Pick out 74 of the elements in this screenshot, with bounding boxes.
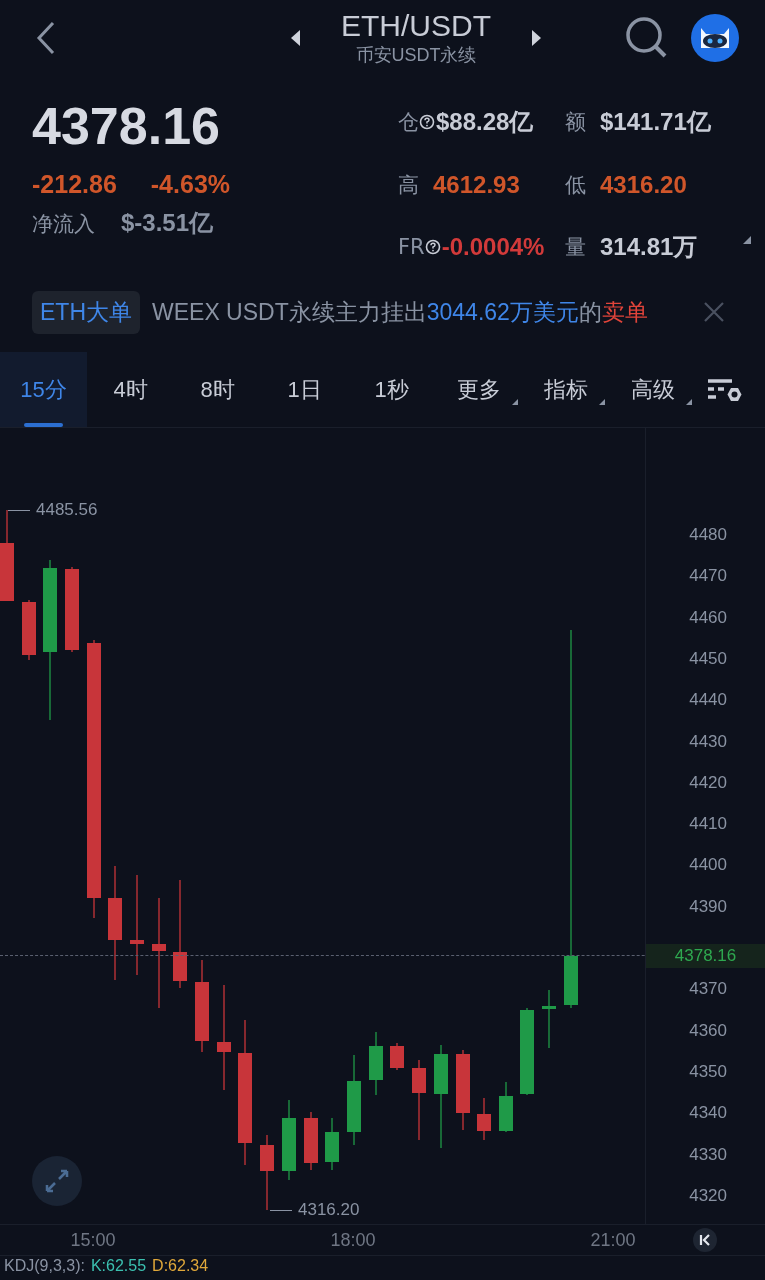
y-axis-label: 4470 [689, 566, 727, 587]
high-price-label: 4485.56 [36, 500, 98, 520]
scroll-to-latest-icon[interactable] [693, 1228, 717, 1252]
robot-avatar-icon[interactable] [691, 14, 739, 62]
last-price: 4378.16 [32, 96, 221, 157]
stat-value: 4316.20 [600, 170, 687, 199]
candlestick [369, 1031, 383, 1096]
help-icon[interactable] [424, 239, 441, 256]
interval-tab[interactable]: 指标 [522, 352, 609, 427]
interval-tab[interactable]: 高级 [609, 352, 696, 427]
time-axis-label: 18:00 [330, 1230, 376, 1251]
interval-tab[interactable]: 4时 [87, 352, 174, 427]
stat-value: 4612.93 [433, 170, 520, 199]
stat-label: 低 [565, 171, 586, 199]
net-inflow-label: 净流入 [32, 211, 95, 238]
y-axis-label: 4440 [689, 690, 727, 711]
y-axis-label: 4360 [689, 1020, 727, 1041]
stat-label: 额 [565, 109, 586, 136]
leader-line [270, 1209, 292, 1211]
interval-tab[interactable]: 8时 [174, 352, 261, 427]
indicator-name: KDJ(9,3,3): [4, 1257, 85, 1275]
stat-value: 314.81万 [600, 232, 698, 263]
y-axis-label: 4340 [689, 1103, 727, 1124]
y-axis-label: 4480 [689, 525, 727, 545]
change-percent: -4.63% [150, 170, 230, 199]
time-axis-label: 21:00 [590, 1230, 636, 1251]
y-axis-label: 4400 [689, 855, 727, 876]
interval-tab[interactable]: 1日 [261, 352, 348, 427]
stat-value: -0.0004% [441, 233, 545, 262]
y-axis-label: 4420 [689, 772, 727, 793]
expand-icon[interactable] [32, 1156, 82, 1206]
candlestick [22, 599, 36, 661]
low-price-label: 4316.20 [298, 1200, 360, 1220]
stat-value: $141.71亿 [600, 107, 711, 137]
candlestick [477, 1097, 491, 1141]
stat-label: FR [398, 235, 425, 260]
y-axis-label: 4410 [689, 814, 727, 835]
y-axis-label: 4430 [689, 731, 727, 752]
candlestick [390, 1042, 404, 1071]
interval-tab[interactable]: 15分 [0, 352, 87, 427]
k-value: K:62.55 [90, 1257, 147, 1275]
last-price-tag: 4378.16 [646, 944, 765, 968]
net-inflow-value: $-3.51亿 [121, 208, 214, 238]
previous-icon[interactable] [291, 30, 301, 46]
y-axis-label: 4350 [689, 1061, 727, 1082]
time-axis-label: 15:00 [70, 1230, 116, 1251]
alert-tag: ETH大单 [32, 290, 140, 334]
interval-tab[interactable]: 1秒 [348, 352, 435, 427]
y-axis-label: 4390 [689, 896, 727, 917]
next-icon[interactable] [531, 30, 541, 46]
search-icon[interactable] [625, 16, 667, 60]
stat-label: 量 [565, 234, 586, 262]
y-axis-label: 4320 [689, 1185, 727, 1206]
y-axis-label: 4450 [689, 648, 727, 669]
d-value: D:62.34 [152, 1257, 209, 1275]
price-change: -212.86 [32, 170, 117, 199]
stat-label: 高 [398, 171, 419, 199]
stat-value: $88.28亿 [436, 107, 534, 137]
interval-tab[interactable]: 更多 [435, 352, 522, 427]
leader-line [8, 509, 30, 511]
candlestick [325, 1117, 339, 1171]
help-icon[interactable] [419, 114, 435, 130]
candlestick [499, 1081, 513, 1133]
corner-triangle-icon [743, 236, 751, 244]
candlestick [542, 989, 556, 1049]
y-axis-label: 4460 [689, 607, 727, 628]
back-icon[interactable] [36, 21, 56, 55]
y-axis-label: 4370 [689, 979, 727, 1000]
alert-message: WEEX USDT永续主力挂出3044.62万美元的卖单 [152, 297, 649, 327]
candlestick [304, 1111, 318, 1171]
pair-title: ETH/USDT [341, 9, 491, 43]
stat-label: 仓 [398, 109, 419, 136]
exchange-subtitle: 币安USDT永续 [355, 44, 477, 67]
y-axis-label: 4330 [689, 1144, 727, 1165]
